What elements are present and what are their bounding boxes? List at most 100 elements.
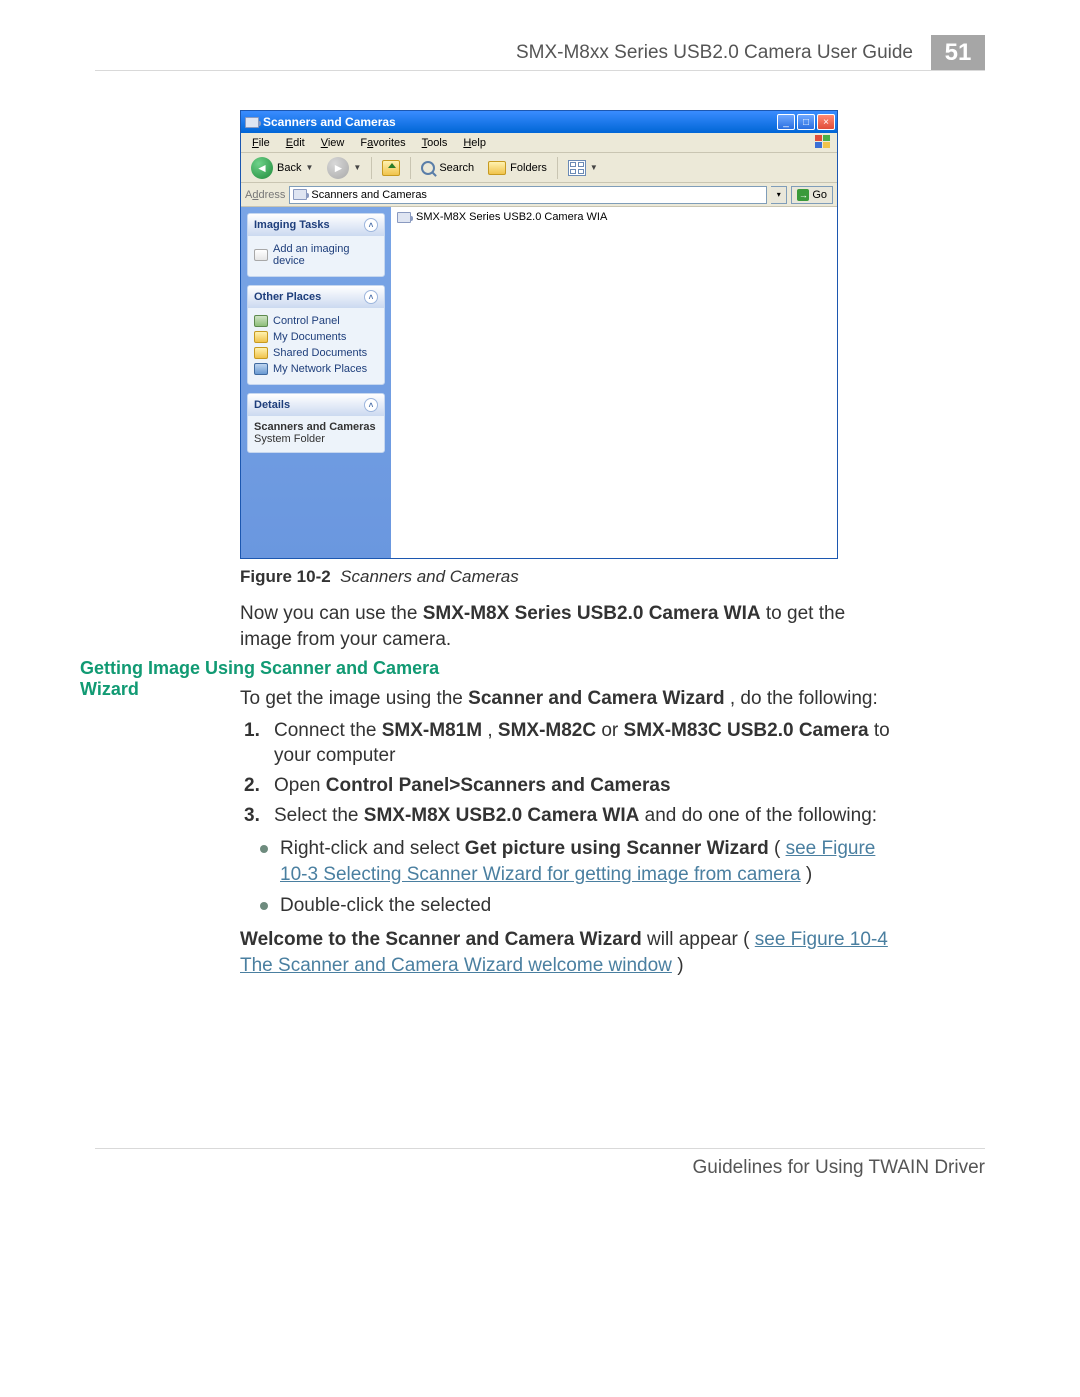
menu-tools-label: ools: [427, 137, 447, 149]
separator: [410, 157, 411, 179]
maximize-button[interactable]: □: [797, 114, 815, 130]
camera-icon: [245, 115, 259, 129]
views-button[interactable]: ▼: [564, 156, 602, 180]
window-title: Scanners and Cameras: [263, 115, 777, 129]
forward-icon: ►: [327, 157, 349, 179]
link-my-network-places[interactable]: My Network Places: [254, 361, 378, 377]
text: Right-click and select: [280, 838, 465, 859]
page-number: 51: [931, 35, 985, 70]
panel-header-details[interactable]: Details ˄: [248, 394, 384, 416]
forward-button[interactable]: ► ▼: [323, 156, 365, 180]
toolbar: ◄ Back ▼ ► ▼ Search: [241, 153, 837, 183]
xp-titlebar[interactable]: Scanners and Cameras _ □ ×: [241, 111, 837, 133]
menu-favorites[interactable]: Favorites: [353, 135, 412, 151]
sub-bullets: Right-click and select Get picture using…: [240, 836, 890, 919]
device-item[interactable]: SMX-M8X Series USB2.0 Camera WIA: [397, 211, 831, 223]
folder-up-icon: [382, 160, 400, 176]
text: ): [677, 955, 683, 976]
text: To get the image using the: [240, 688, 468, 709]
numbered-steps: Connect the SMX-M81M , SMX-M82C or SMX-M…: [240, 718, 890, 829]
bullet-double-click: Double-click the selected: [240, 893, 890, 919]
folders-button[interactable]: Folders: [484, 156, 551, 180]
menu-view-label: iew: [328, 137, 345, 149]
address-bar: Address Scanners and Cameras ▾ → Go: [241, 183, 837, 207]
step-1: Connect the SMX-M81M , SMX-M82C or SMX-M…: [240, 718, 890, 769]
text: ): [806, 864, 812, 885]
link-shared-documents[interactable]: Shared Documents: [254, 345, 378, 361]
link-label: Control Panel: [273, 315, 340, 327]
link-control-panel[interactable]: Control Panel: [254, 313, 378, 329]
address-dropdown[interactable]: ▾: [771, 186, 787, 204]
xp-sidebar: Imaging Tasks ˄ Add an imaging device: [241, 207, 391, 558]
menu-view[interactable]: View: [314, 135, 352, 151]
camera-icon: [293, 189, 307, 200]
panel-header-imaging[interactable]: Imaging Tasks ˄: [248, 214, 384, 236]
doc-title: SMX-M8xx Series USB2.0 Camera User Guide: [516, 42, 913, 64]
link-add-imaging-device[interactable]: Add an imaging device: [254, 241, 378, 269]
figure-label: Figure 10-2: [240, 567, 331, 586]
menu-edit[interactable]: Edit: [279, 135, 312, 151]
address-value: Scanners and Cameras: [311, 189, 427, 201]
separator: [557, 157, 558, 179]
close-button[interactable]: ×: [817, 114, 835, 130]
text: Open: [274, 775, 326, 796]
text: will appear (: [647, 929, 749, 950]
collapse-icon[interactable]: ˄: [364, 398, 378, 412]
text-bold: SMX-M8X Series USB2.0 Camera WIA: [423, 603, 761, 624]
panel-other-places: Other Places ˄ Control Panel My Document…: [247, 285, 385, 385]
text: , do the following:: [730, 688, 878, 709]
device-item-label: SMX-M8X Series USB2.0 Camera WIA: [416, 211, 607, 223]
menu-file-label: ile: [259, 137, 270, 149]
collapse-icon[interactable]: ˄: [364, 218, 378, 232]
text-bold: Welcome to the Scanner and Camera Wizard: [240, 929, 642, 950]
panel-title: Details: [254, 399, 290, 411]
search-icon: [421, 161, 435, 175]
xp-main-area[interactable]: SMX-M8X Series USB2.0 Camera WIA: [391, 207, 837, 558]
details-name: Scanners and Cameras: [254, 421, 376, 433]
go-arrow-icon: →: [797, 189, 809, 201]
panel-details: Details ˄ Scanners and Cameras System Fo…: [247, 393, 385, 453]
go-label: Go: [812, 189, 827, 201]
menu-help[interactable]: Help: [456, 135, 493, 151]
search-label: Search: [439, 162, 474, 174]
text-bold: Scanner and Camera Wizard: [468, 688, 724, 709]
page-footer: Guidelines for Using TWAIN Driver: [95, 1148, 985, 1179]
go-button[interactable]: → Go: [791, 186, 833, 204]
text-bold: SMX-M81M: [382, 720, 482, 741]
text: (: [774, 838, 780, 859]
back-button[interactable]: ◄ Back ▼: [247, 156, 317, 180]
menu-edit-label: dit: [293, 137, 305, 149]
folders-label: Folders: [510, 162, 547, 174]
minimize-button[interactable]: _: [777, 114, 795, 130]
link-my-documents[interactable]: My Documents: [254, 329, 378, 345]
menu-file[interactable]: File: [245, 135, 277, 151]
text: Now you can use the: [240, 603, 423, 624]
text-bold: SMX-M83C USB2.0 Camera: [624, 720, 869, 741]
link-label: Shared Documents: [273, 347, 367, 359]
page-header: SMX-M8xx Series USB2.0 Camera User Guide…: [95, 35, 985, 71]
text: Select the: [274, 805, 364, 826]
folder-icon: [254, 347, 268, 359]
windows-flag-icon: [815, 135, 831, 149]
text: ,: [487, 720, 498, 741]
chevron-down-icon: ▼: [305, 163, 313, 172]
address-input[interactable]: Scanners and Cameras: [289, 186, 767, 204]
folder-icon: [488, 161, 506, 175]
text: or: [601, 720, 623, 741]
footer-text: Guidelines for Using TWAIN Driver: [693, 1157, 985, 1178]
collapse-icon[interactable]: ˄: [364, 290, 378, 304]
text: and do one of the following:: [645, 805, 877, 826]
folder-icon: [254, 331, 268, 343]
text-bold: Get picture using Scanner Wizard: [465, 838, 769, 859]
panel-title: Imaging Tasks: [254, 219, 330, 231]
paragraph-intro: To get the image using the Scanner and C…: [240, 686, 890, 712]
menu-tools[interactable]: Tools: [415, 135, 455, 151]
text: Double-click the selected: [280, 895, 491, 916]
menubar: File Edit View Favorites Tools Help: [241, 133, 837, 153]
panel-header-other[interactable]: Other Places ˄: [248, 286, 384, 308]
search-button[interactable]: Search: [417, 156, 478, 180]
up-button[interactable]: [378, 156, 404, 180]
details-type: System Folder: [254, 433, 378, 445]
text-bold: SMX-M82C: [498, 720, 596, 741]
text-bold: Control Panel>Scanners and Cameras: [326, 775, 671, 796]
